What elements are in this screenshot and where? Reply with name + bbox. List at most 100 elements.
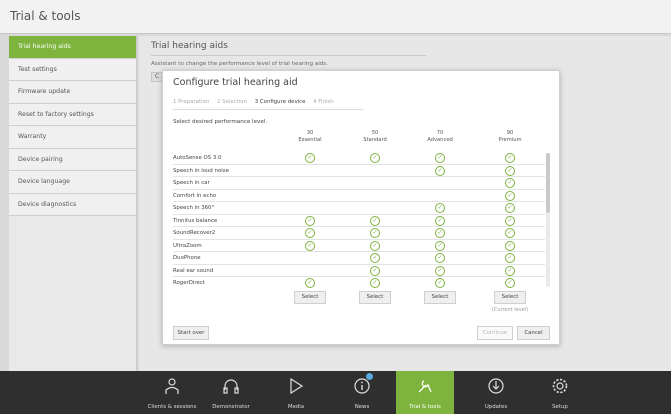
- headphones-icon: [223, 379, 239, 394]
- notification-badge: [366, 373, 373, 380]
- check-icon: ✓: [505, 228, 515, 238]
- check-icon: ✓: [370, 153, 380, 163]
- check-icon: ✓: [370, 253, 380, 263]
- nav-trial-tools[interactable]: Trial & tools: [396, 371, 454, 414]
- check-icon: ✓: [505, 265, 515, 276]
- continue-button[interactable]: Continue: [477, 326, 513, 340]
- sidebar-item-firmware-update[interactable]: Firmware update: [9, 81, 136, 104]
- play-icon: [290, 377, 304, 395]
- check-icon: ✓: [505, 253, 515, 263]
- check-icon: ✓: [505, 178, 515, 188]
- feature-name: DuoPhone: [173, 255, 201, 261]
- column-name: Advanced: [427, 137, 453, 143]
- nav-setup[interactable]: Setup: [534, 371, 586, 414]
- check-icon: ✓: [505, 153, 515, 163]
- sidebar: Trial hearing aids Test settings Firmwar…: [9, 36, 137, 371]
- nav-clients-sessions[interactable]: Clients & sessions: [146, 371, 198, 414]
- sidebar-item-test-settings[interactable]: Test settings: [9, 58, 136, 81]
- column-level: 30: [306, 130, 314, 136]
- current-level-note: (Current level): [491, 307, 529, 313]
- table-row: Speech in 360° ✓ ✓: [173, 202, 545, 215]
- feature-name: RogerDirect: [173, 280, 205, 286]
- step-configure-device: 3 Configure device: [254, 99, 306, 105]
- nav-label: Trial & tools: [409, 404, 441, 410]
- person-icon: [165, 378, 179, 394]
- feature-name: Real ear sound: [173, 267, 214, 274]
- column-header-premium: 90 Premium: [480, 130, 540, 144]
- table-row: DuoPhone ✓ ✓ ✓: [173, 252, 545, 265]
- tools-icon: [418, 380, 432, 393]
- check-icon: ✓: [305, 278, 315, 288]
- feature-name: UltraZoom: [173, 242, 202, 249]
- check-icon: ✓: [435, 265, 445, 276]
- column-level: 50: [371, 130, 379, 136]
- download-icon: [488, 378, 504, 394]
- feature-name: SoundRecover2: [173, 230, 216, 236]
- nav-label: Demonstrator: [212, 404, 250, 410]
- check-icon: ✓: [435, 215, 445, 226]
- table-row: Comfort in echo ✓: [173, 190, 545, 202]
- check-icon: ✓: [370, 228, 380, 238]
- check-icon: ✓: [505, 215, 515, 226]
- gear-icon: [552, 378, 568, 394]
- nav-updates[interactable]: Updates: [470, 371, 522, 414]
- nav-media[interactable]: Media: [270, 371, 322, 414]
- sidebar-item-device-pairing[interactable]: Device pairing: [9, 148, 136, 171]
- select-advanced-button[interactable]: Select: [424, 291, 456, 304]
- sidebar-item-trial-hearing-aids[interactable]: Trial hearing aids: [9, 36, 136, 59]
- check-icon: ✓: [435, 240, 445, 251]
- check-icon: ✓: [305, 240, 315, 251]
- table-row: Tinnitus balance ✓ ✓ ✓ ✓: [173, 215, 545, 227]
- check-icon: ✓: [505, 165, 515, 176]
- table-row: Speech in loud noise ✓ ✓: [173, 165, 545, 177]
- check-icon: ✓: [370, 278, 380, 288]
- feature-name: Comfort in echo: [173, 192, 217, 199]
- column-header-standard: 50 Standard: [345, 130, 405, 144]
- scrollbar-thumb[interactable]: [546, 153, 550, 213]
- feature-table-scrollbar[interactable]: [546, 153, 550, 287]
- check-icon: ✓: [435, 253, 445, 263]
- nav-label: Clients & sessions: [147, 404, 197, 410]
- feature-name: Speech in loud noise: [173, 167, 229, 174]
- column-header-essential: 30 Essential: [280, 130, 340, 144]
- configure-dialog: Configure trial hearing aid 1 Preparatio…: [162, 70, 560, 345]
- check-icon: ✓: [305, 153, 315, 163]
- column-level: 90: [506, 130, 514, 136]
- feature-table[interactable]: AutoSense OS 3.0 ✓ ✓ ✓ ✓ Speech in loud noise…: [173, 152, 545, 288]
- sidebar-item-warranty[interactable]: Warranty: [9, 126, 136, 149]
- nav-label: Updates: [484, 404, 508, 410]
- cancel-button[interactable]: Cancel: [517, 326, 550, 340]
- sidebar-item-device-language[interactable]: Device language: [9, 171, 136, 194]
- nav-demonstrator[interactable]: Demonstrator: [205, 371, 257, 414]
- check-icon: ✓: [435, 153, 445, 163]
- table-row: UltraZoom ✓ ✓ ✓ ✓: [173, 240, 545, 252]
- check-icon: ✓: [305, 228, 315, 238]
- steps-divider: [173, 109, 363, 110]
- check-icon: ✓: [505, 190, 515, 201]
- select-standard-button[interactable]: Select: [359, 291, 391, 304]
- check-icon: ✓: [505, 203, 515, 213]
- page-description: Assistant to change the performance leve…: [151, 61, 329, 67]
- wizard-steps: 1 Preparation 2 Selection 3 Configure de…: [173, 99, 340, 105]
- title-divider: [151, 55, 426, 56]
- select-essential-button[interactable]: Select: [294, 291, 326, 304]
- sidebar-item-reset-factory[interactable]: Reset to factory settings: [9, 103, 136, 126]
- nav-news[interactable]: News: [336, 371, 388, 414]
- check-icon: ✓: [370, 215, 380, 226]
- table-row: Speech in car ✓: [173, 177, 545, 190]
- select-premium-button[interactable]: Select: [494, 291, 526, 304]
- check-icon: ✓: [435, 203, 445, 213]
- step-finish: 4 Finish: [313, 99, 334, 105]
- instruction-text: Select desired performance level.: [173, 119, 268, 125]
- start-over-button[interactable]: Start over: [173, 326, 209, 340]
- check-icon: ✓: [370, 240, 380, 251]
- check-icon: ✓: [305, 215, 315, 226]
- table-row: RogerDirect ✓ ✓ ✓ ✓: [173, 277, 545, 288]
- column-name: Premium: [498, 137, 522, 143]
- sidebar-item-device-diagnostics[interactable]: Device diagnostics: [9, 193, 136, 216]
- column-level: 70: [436, 130, 444, 136]
- check-icon: ✓: [505, 240, 515, 251]
- column-header-advanced: 70 Advanced: [410, 130, 470, 144]
- page-title: Trial hearing aids: [151, 41, 228, 51]
- feature-name: Speech in car: [173, 180, 210, 186]
